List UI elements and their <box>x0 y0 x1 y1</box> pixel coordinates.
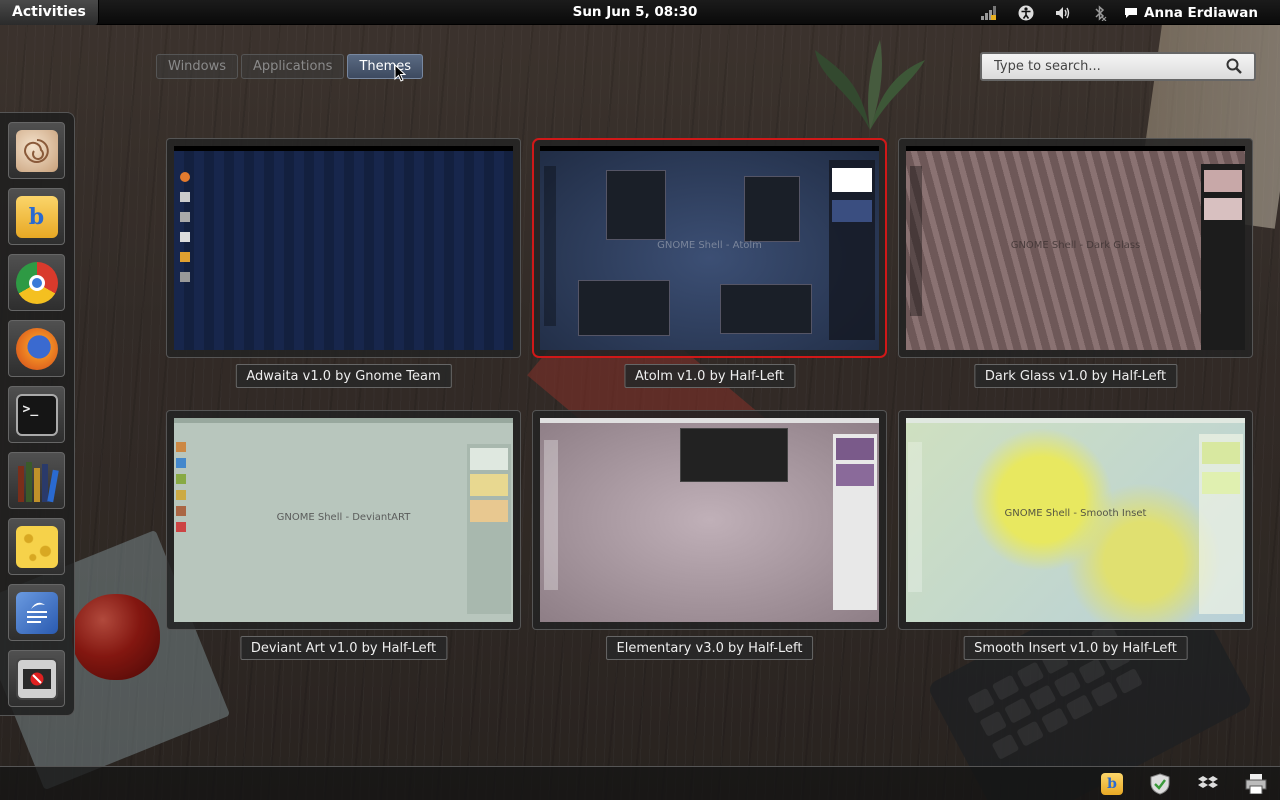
dock-item-bubble[interactable]: b <box>8 188 65 245</box>
theme-label: Dark Glass v1.0 by Half-Left <box>973 364 1178 388</box>
activities-button[interactable]: Activities <box>0 0 99 25</box>
dock-item-cheese[interactable] <box>8 518 65 575</box>
dropbox-tray-icon[interactable] <box>1184 767 1232 800</box>
search-icon <box>1226 58 1242 74</box>
dock-item-chrome[interactable] <box>8 254 65 311</box>
dock-item-writer[interactable] <box>8 584 65 641</box>
theme-preview-atolm: GNOME Shell - Atolm <box>540 146 879 350</box>
theme-label: Deviant Art v1.0 by Half-Left <box>239 636 448 660</box>
status-area: Anna Erdiawan <box>970 0 1280 25</box>
chat-icon <box>1125 7 1138 18</box>
mouse-cursor-icon <box>394 64 406 82</box>
nautilus-icon <box>15 129 58 172</box>
tab-applications[interactable]: Applications <box>241 54 345 79</box>
tab-themes[interactable]: Themes <box>347 54 424 79</box>
theme-card-elementary[interactable]: Elementary v3.0 by Half-Left <box>532 410 887 660</box>
theme-preview-elementary <box>540 418 879 622</box>
accessibility-icon[interactable] <box>1007 0 1044 25</box>
firefox-icon <box>15 327 58 370</box>
theme-preview-title: GNOME Shell - DeviantART <box>276 511 411 523</box>
theme-preview-title: GNOME Shell - Atolm <box>657 239 762 251</box>
printer-tray-icon[interactable] <box>1232 767 1280 800</box>
theme-label: Smooth Insert v1.0 by Half-Left <box>963 636 1188 660</box>
message-tray: b <box>0 766 1280 800</box>
dock-item-firefox[interactable] <box>8 320 65 377</box>
theme-preview-adwaita <box>174 146 513 350</box>
dock-item-files[interactable] <box>8 122 65 179</box>
theme-label: Adwaita v1.0 by Gnome Team <box>235 364 452 388</box>
dock-item-terminal[interactable]: >_ <box>8 386 65 443</box>
theme-label: Elementary v3.0 by Half-Left <box>605 636 814 660</box>
dock-item-library[interactable] <box>8 452 65 509</box>
tray-icons: b <box>1088 767 1280 800</box>
chrome-icon <box>15 261 58 304</box>
theme-label: Atolm v1.0 by Half-Left <box>623 364 796 388</box>
cheese-icon <box>15 525 58 568</box>
search-input[interactable] <box>994 59 1214 74</box>
theme-preview-title: GNOME Shell - Smooth Inset <box>1004 507 1147 519</box>
dock-item-system-monitor[interactable] <box>8 650 65 707</box>
system-monitor-icon <box>15 657 58 700</box>
view-selector: Windows Applications Themes <box>156 54 424 79</box>
top-panel: Activities Sun Jun 5, 08:30 Anna Erdiawa… <box>0 0 1280 25</box>
dash: b >_ <box>0 112 75 716</box>
theme-preview-dark-glass: GNOME Shell - Dark Glass <box>906 146 1245 350</box>
tab-windows[interactable]: Windows <box>156 54 239 79</box>
bubble-tray-icon[interactable]: b <box>1088 767 1136 800</box>
theme-preview-title: GNOME Shell - Dark Glass <box>1010 239 1141 251</box>
overview-dim <box>0 0 1280 800</box>
theme-preview-deviant-art: GNOME Shell - DeviantART <box>174 418 513 622</box>
theme-card-smooth-insert[interactable]: GNOME Shell - Smooth Inset Smooth Insert… <box>898 410 1253 660</box>
user-name: Anna Erdiawan <box>1144 4 1258 21</box>
theme-card-adwaita[interactable]: Adwaita v1.0 by Gnome Team <box>166 138 521 388</box>
volume-icon[interactable] <box>1044 0 1081 25</box>
search-box[interactable] <box>980 52 1256 81</box>
theme-preview-smooth-insert: GNOME Shell - Smooth Inset <box>906 418 1245 622</box>
theme-card-atolm[interactable]: GNOME Shell - Atolm Atolm v1.0 by Half-L… <box>532 138 887 388</box>
bubble-icon: b <box>15 195 58 238</box>
library-icon <box>16 460 59 502</box>
network-icon[interactable] <box>970 0 1007 25</box>
terminal-icon: >_ <box>15 393 58 436</box>
bluetooth-icon[interactable] <box>1081 0 1118 25</box>
shield-tray-icon[interactable] <box>1136 767 1184 800</box>
user-menu[interactable]: Anna Erdiawan <box>1118 5 1280 21</box>
theme-card-dark-glass[interactable]: GNOME Shell - Dark Glass Dark Glass v1.0… <box>898 138 1253 388</box>
theme-card-deviant-art[interactable]: GNOME Shell - DeviantART Deviant Art v1.… <box>166 410 521 660</box>
writer-icon <box>15 591 58 634</box>
